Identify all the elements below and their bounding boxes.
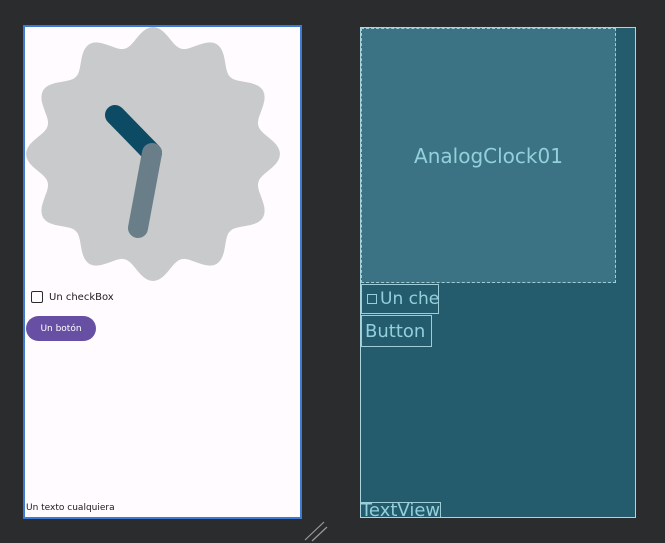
blueprint-checkbox-label: Un checkBox <box>380 289 439 309</box>
blueprint-analogclock-label: AnalogClock01 <box>414 143 563 168</box>
checkbox-widget[interactable]: Un checkBox <box>31 289 114 305</box>
design-textview[interactable]: Un texto cualquiera <box>26 503 115 513</box>
blueprint-textview[interactable]: TextView <box>361 502 441 518</box>
blueprint-checkbox[interactable]: Un checkBox <box>361 284 439 314</box>
blueprint-pane[interactable]: AnalogClock01 Un checkBox Button TextVie… <box>360 27 636 518</box>
resize-grip-icon[interactable] <box>302 520 328 542</box>
checkbox-square-icon[interactable] <box>31 291 43 303</box>
design-button[interactable]: Un botón <box>26 316 96 341</box>
design-preview-pane[interactable]: Un checkBox Un botón Un texto cualquiera <box>23 25 302 519</box>
clock-minute-hand <box>128 143 162 238</box>
blueprint-textview-label: TextView <box>361 502 441 518</box>
blueprint-button[interactable]: Button <box>361 315 432 347</box>
analog-clock[interactable] <box>25 27 300 282</box>
blueprint-checkbox-icon <box>367 294 377 304</box>
checkbox-label: Un checkBox <box>49 291 114 303</box>
blueprint-analogclock[interactable]: AnalogClock01 <box>361 28 616 283</box>
blueprint-button-label: Button <box>365 320 426 342</box>
